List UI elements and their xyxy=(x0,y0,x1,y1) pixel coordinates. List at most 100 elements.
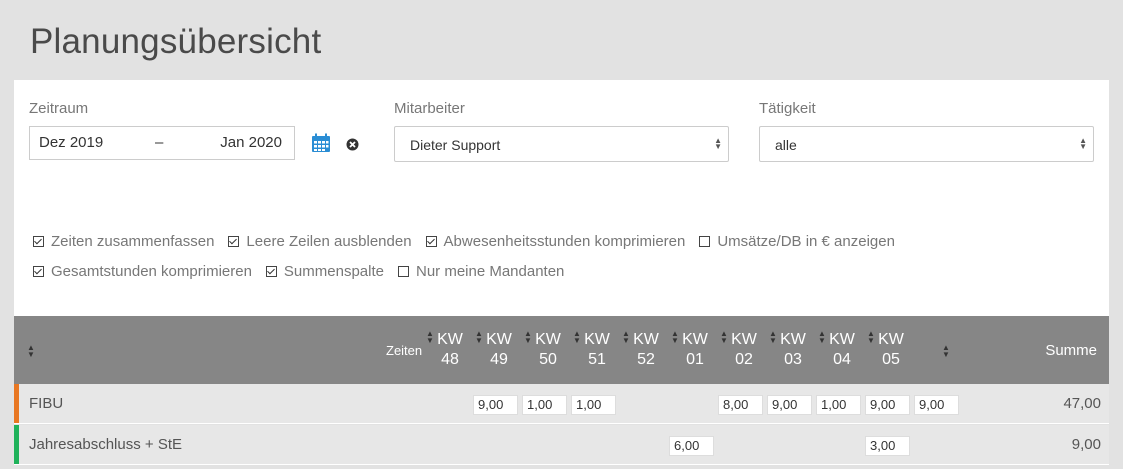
week-number: 03 xyxy=(784,351,802,368)
table-row[interactable]: Jahresabschluss + StE 6,00 3,00 9,00 xyxy=(14,425,1109,465)
page-title: Planungsübersicht xyxy=(30,22,322,61)
week-header[interactable]: KW 04 xyxy=(826,330,858,370)
week-number: 05 xyxy=(882,351,900,368)
summe-header: Summe xyxy=(1045,342,1097,359)
mitarbeiter-select[interactable]: Dieter Support ▲ ▼ xyxy=(394,126,729,162)
week-label: KW xyxy=(829,331,855,348)
week-label: KW xyxy=(682,331,708,348)
checkbox-unchecked-icon[interactable] xyxy=(699,235,711,247)
week-label: KW xyxy=(731,331,757,348)
hours-cell[interactable]: 9,00 xyxy=(767,395,812,415)
week-header[interactable]: KW 01 xyxy=(679,330,711,370)
hours-cell[interactable]: 9,00 xyxy=(914,395,959,415)
calendar-icon[interactable] xyxy=(311,133,331,153)
week-header[interactable]: KW 48 xyxy=(434,330,466,370)
table-row[interactable]: FIBU 9,00 1,00 1,00 8,00 9,00 1,00 9,00 9,00 47,0… xyxy=(14,384,1109,424)
week-number: 48 xyxy=(441,351,459,368)
option-checkbox[interactable]: Nur meine Mandanten xyxy=(397,263,564,280)
mitarbeiter-value: Dieter Support xyxy=(410,137,501,153)
row-name: Jahresabschluss + StE xyxy=(29,436,182,453)
sort-icon[interactable]: ▲ ▼ xyxy=(622,330,630,345)
checkbox-checked-icon[interactable] xyxy=(33,235,44,247)
week-header[interactable]: KW 50 xyxy=(532,330,564,370)
week-number: 49 xyxy=(490,351,508,368)
option-checkbox[interactable]: Summenspalte xyxy=(265,262,384,280)
week-label: KW xyxy=(437,331,463,348)
hours-cell[interactable]: 6,00 xyxy=(669,436,714,456)
option-checkbox[interactable]: Leere Zeilen ausblenden xyxy=(228,232,412,250)
week-header[interactable]: KW 05 xyxy=(875,330,907,370)
week-number: 04 xyxy=(833,351,851,368)
week-label: KW xyxy=(780,331,806,348)
week-label: KW xyxy=(878,331,904,348)
clear-icon[interactable] xyxy=(346,138,359,151)
sort-icon[interactable]: ▲ ▼ xyxy=(426,330,434,345)
checkbox-checked-icon[interactable] xyxy=(265,265,277,277)
option-label: Zeiten zusammenfassen xyxy=(51,232,215,250)
filter-panel: Zeitraum Dez 2019 – Jan 2020 Mitarbeiter… xyxy=(14,80,1109,316)
week-label: KW xyxy=(633,331,659,348)
option-label: Summenspalte xyxy=(283,262,384,280)
row-sum: 47,00 xyxy=(1063,395,1101,412)
date-from[interactable]: Dez 2019 xyxy=(39,134,103,151)
options-checkboxes: Zeiten zusammenfassen Leere Zeilen ausble… xyxy=(33,226,909,286)
week-number: 02 xyxy=(735,351,753,368)
row-sum: 9,00 xyxy=(1071,436,1101,453)
checkbox-checked-icon[interactable] xyxy=(228,235,240,247)
option-label: Gesamtstunden komprimieren xyxy=(51,262,252,280)
week-header[interactable]: KW 49 xyxy=(483,330,515,370)
week-number: 52 xyxy=(637,351,655,368)
hours-cell[interactable]: 1,00 xyxy=(571,395,616,415)
taetigkeit-select[interactable]: alle ▲ ▼ xyxy=(759,126,1094,162)
option-label: Umsätze/DB in € anzeigen xyxy=(717,232,895,250)
date-to[interactable]: Jan 2020 xyxy=(220,134,282,151)
week-number: 50 xyxy=(539,351,557,368)
row-color-stripe xyxy=(14,384,19,423)
week-header[interactable]: KW 03 xyxy=(777,330,809,370)
option-checkbox[interactable]: Umsätze/DB in € anzeigen xyxy=(699,233,895,250)
week-header[interactable]: KW 51 xyxy=(581,330,613,370)
hours-cell[interactable]: 9,00 xyxy=(865,395,910,415)
checkbox-checked-icon[interactable] xyxy=(425,235,437,247)
hours-cell[interactable]: 3,00 xyxy=(865,436,910,456)
week-label: KW xyxy=(486,331,512,348)
table-header: ▲ ▼ Zeiten ▲ ▼ KW 48 ▲ ▼ KW 49 ▲ ▼ KW 50 ▲ ▼ KW 51 ▲ ▼ KW 52… xyxy=(14,316,1109,384)
zeiten-header: Zeiten xyxy=(386,343,423,358)
sort-icon[interactable]: ▲ ▼ xyxy=(942,344,950,359)
checkbox-checked-icon[interactable] xyxy=(33,265,44,277)
select-caret-icon: ▲ ▼ xyxy=(1079,136,1087,151)
taetigkeit-value: alle xyxy=(775,137,797,153)
taetigkeit-label: Tätigkeit xyxy=(759,100,816,117)
option-checkbox[interactable]: Abwesenheitsstunden komprimieren xyxy=(425,232,686,250)
hours-cell[interactable]: 1,00 xyxy=(522,395,567,415)
sort-icon[interactable]: ▲ ▼ xyxy=(524,330,532,345)
row-color-stripe xyxy=(14,425,19,464)
sort-icon[interactable]: ▲ ▼ xyxy=(720,330,728,345)
week-number: 01 xyxy=(686,351,704,368)
date-range-input[interactable]: Dez 2019 – Jan 2020 xyxy=(29,126,295,160)
week-header[interactable]: KW 52 xyxy=(630,330,662,370)
week-label: KW xyxy=(584,331,610,348)
hours-cell[interactable]: 8,00 xyxy=(718,395,763,415)
week-label: KW xyxy=(535,331,561,348)
hours-cell[interactable]: 1,00 xyxy=(816,395,861,415)
option-label: Abwesenheitsstunden komprimieren xyxy=(443,232,686,250)
hours-cell[interactable]: 9,00 xyxy=(473,395,518,415)
sort-icon[interactable]: ▲ ▼ xyxy=(671,330,679,345)
date-separator: – xyxy=(155,134,164,151)
option-checkbox[interactable]: Gesamtstunden komprimieren xyxy=(33,263,252,280)
sort-icon[interactable]: ▲ ▼ xyxy=(27,344,35,359)
sort-icon[interactable]: ▲ ▼ xyxy=(867,330,875,345)
sort-icon[interactable]: ▲ ▼ xyxy=(769,330,777,345)
mitarbeiter-label: Mitarbeiter xyxy=(394,100,465,117)
checkbox-unchecked-icon[interactable] xyxy=(397,265,409,277)
week-header[interactable]: KW 02 xyxy=(728,330,760,370)
option-checkbox[interactable]: Zeiten zusammenfassen xyxy=(33,233,214,250)
zeitraum-label: Zeitraum xyxy=(29,100,89,117)
option-label: Leere Zeilen ausblenden xyxy=(246,232,412,250)
sort-icon[interactable]: ▲ ▼ xyxy=(475,330,483,345)
sort-icon[interactable]: ▲ ▼ xyxy=(573,330,581,345)
week-number: 51 xyxy=(588,351,606,368)
select-caret-icon: ▲ ▼ xyxy=(714,136,722,151)
sort-icon[interactable]: ▲ ▼ xyxy=(818,330,826,345)
